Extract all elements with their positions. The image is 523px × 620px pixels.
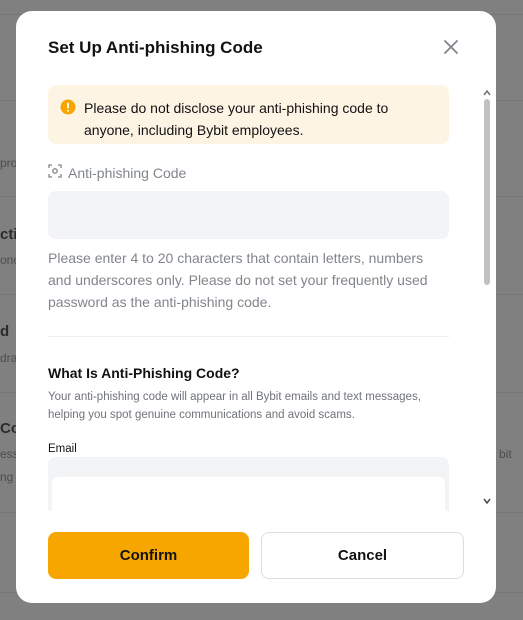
code-hint: Please enter 4 to 20 characters that con… bbox=[48, 250, 428, 310]
warning-banner: Please do not disclose your anti-phishin… bbox=[48, 85, 449, 144]
scan-code-icon bbox=[48, 164, 62, 181]
info-title: What Is Anti-Phishing Code? bbox=[48, 365, 240, 381]
email-preview-card bbox=[52, 477, 445, 511]
bg-text: dra bbox=[0, 351, 18, 365]
close-icon[interactable] bbox=[442, 38, 460, 56]
email-preview-label: Email bbox=[48, 443, 77, 455]
info-description: Your anti-phishing code will appear in a… bbox=[48, 391, 421, 421]
bg-text: bit bbox=[499, 447, 512, 461]
chevron-up-icon[interactable] bbox=[482, 85, 492, 96]
cancel-button[interactable]: Cancel bbox=[261, 532, 464, 579]
bg-text: d bbox=[0, 323, 10, 340]
anti-phishing-code-input[interactable] bbox=[48, 191, 449, 239]
scrollbar-thumb[interactable] bbox=[484, 99, 490, 285]
section-divider bbox=[48, 336, 449, 337]
bg-text: pro bbox=[0, 156, 18, 170]
bg-text: ng bbox=[0, 470, 14, 484]
warning-text: Please do not disclose your anti-phishin… bbox=[84, 100, 389, 138]
chevron-down-icon[interactable] bbox=[482, 493, 492, 505]
confirm-button[interactable]: Confirm bbox=[48, 532, 249, 579]
email-preview bbox=[48, 457, 449, 511]
exclamation-circle-icon bbox=[60, 99, 76, 115]
code-field-label-text: Anti-phishing Code bbox=[68, 164, 187, 181]
code-field-label: Anti-phishing Code bbox=[48, 164, 186, 181]
modal-body: Please do not disclose your anti-phishin… bbox=[16, 81, 496, 511]
modal-title: Set Up Anti-phishing Code bbox=[48, 38, 263, 57]
anti-phishing-modal: Set Up Anti-phishing Code Please do not … bbox=[16, 11, 496, 603]
